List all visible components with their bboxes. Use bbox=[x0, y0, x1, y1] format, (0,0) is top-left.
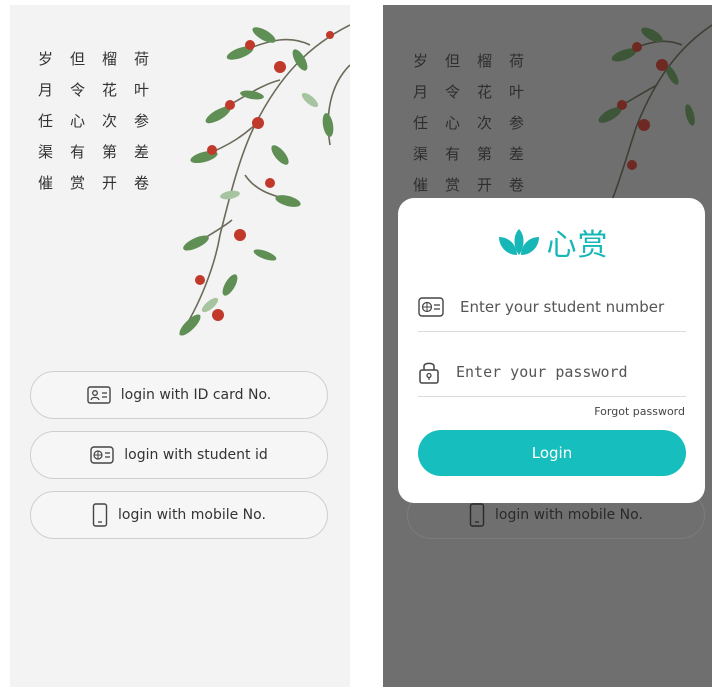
poem-char: 参 bbox=[509, 114, 525, 132]
login-button[interactable]: Login bbox=[418, 430, 686, 476]
poem-char: 花 bbox=[102, 81, 118, 99]
student-login-dialog: 心赏 Enter your student number Enter your … bbox=[398, 198, 705, 503]
poem-char: 催 bbox=[413, 176, 429, 194]
poem-char: 任 bbox=[38, 112, 54, 130]
poem-char: 榴 bbox=[102, 50, 118, 68]
poem-char: 但 bbox=[70, 50, 86, 68]
login-student-id-label: login with student id bbox=[124, 447, 268, 463]
login-mobile-button[interactable]: login with mobile No. bbox=[30, 491, 328, 539]
poem-char: 第 bbox=[102, 143, 118, 161]
student-card-icon bbox=[418, 297, 444, 317]
poem-char: 月 bbox=[413, 83, 429, 101]
login-student-id-button[interactable]: login with student id bbox=[30, 431, 328, 479]
student-card-icon bbox=[90, 446, 114, 464]
poem-char: 卷 bbox=[509, 176, 525, 194]
login-mobile-label: login with mobile No. bbox=[118, 507, 266, 523]
lotus-logo-icon bbox=[498, 229, 539, 255]
password-field[interactable]: Enter your password bbox=[418, 348, 686, 397]
login-id-card-button[interactable]: login with ID card No. bbox=[30, 371, 328, 419]
id-card-icon bbox=[87, 386, 111, 404]
poem-grid: 岁 但 榴 荷 月 令 花 叶 任 心 次 参 渠 有 第 差 催 赏 开 卷 bbox=[413, 51, 541, 195]
poem-char: 开 bbox=[477, 176, 493, 194]
flower-branch-illustration bbox=[179, 24, 350, 336]
login-modal-screen: 岁 但 榴 荷 月 令 花 叶 任 心 次 参 渠 有 第 差 催 赏 开 卷 bbox=[383, 5, 712, 687]
student-number-field[interactable]: Enter your student number bbox=[418, 283, 686, 332]
poem-char: 次 bbox=[102, 112, 118, 130]
poem-char: 渠 bbox=[413, 145, 429, 163]
login-id-card-label: login with ID card No. bbox=[120, 387, 272, 403]
poem-char: 榴 bbox=[477, 52, 493, 70]
brand-logo: 心赏 bbox=[398, 220, 705, 264]
poem-char: 岁 bbox=[413, 52, 429, 70]
poem-char: 但 bbox=[445, 52, 461, 70]
poem-char: 第 bbox=[477, 145, 493, 163]
poem-char: 有 bbox=[445, 145, 461, 163]
brand-name: 心赏 bbox=[546, 228, 609, 263]
poem-char: 次 bbox=[477, 114, 493, 132]
poem-char: 催 bbox=[38, 174, 54, 192]
poem-grid: 岁 但 榴 荷 月 令 花 叶 任 心 次 参 渠 有 第 差 催 赏 开 卷 bbox=[38, 49, 166, 193]
poem-char: 差 bbox=[509, 145, 525, 163]
poem-char: 有 bbox=[70, 143, 86, 161]
lock-icon bbox=[419, 362, 439, 384]
poem-char: 心 bbox=[70, 112, 86, 130]
flower-branch-illustration bbox=[598, 24, 712, 201]
poem-char: 令 bbox=[70, 81, 86, 99]
poem-char: 渠 bbox=[38, 143, 54, 161]
poem-char: 花 bbox=[477, 83, 493, 101]
forgot-password-link[interactable]: Forgot password bbox=[594, 405, 685, 418]
mobile-icon bbox=[92, 503, 108, 527]
poem-char: 岁 bbox=[38, 50, 54, 68]
student-number-input[interactable]: Enter your student number bbox=[460, 298, 664, 316]
login-mobile-label: login with mobile No. bbox=[495, 507, 643, 523]
poem-char: 开 bbox=[102, 174, 118, 192]
mobile-icon bbox=[469, 503, 485, 527]
login-method-screen: 岁 但 榴 荷 月 令 花 叶 任 心 次 参 渠 有 第 差 催 赏 开 卷 bbox=[10, 5, 350, 687]
poem-char: 荷 bbox=[509, 52, 525, 70]
poem-char: 赏 bbox=[445, 176, 461, 194]
poem-char: 令 bbox=[445, 83, 461, 101]
poem-char: 月 bbox=[38, 81, 54, 99]
password-input[interactable]: Enter your password bbox=[456, 363, 628, 381]
poem-char: 赏 bbox=[70, 174, 86, 192]
poem-char: 任 bbox=[413, 114, 429, 132]
poem-char: 叶 bbox=[509, 83, 525, 101]
poem-char: 心 bbox=[445, 114, 461, 132]
